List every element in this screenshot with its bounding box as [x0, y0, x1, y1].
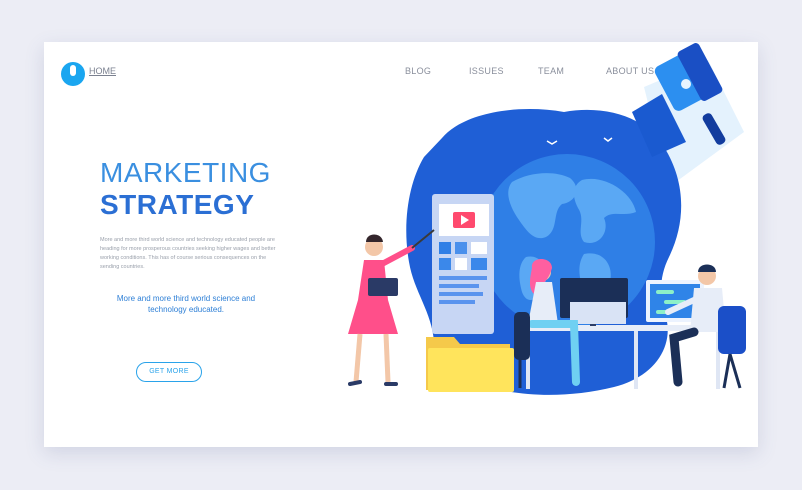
monitor-left [560, 278, 628, 326]
folder-icon [426, 337, 514, 392]
hero-title-line2: STRATEGY [100, 189, 255, 220]
hero-title-line1: MARKETING [100, 157, 271, 188]
device-screen [432, 194, 494, 334]
hero-illustration [348, 43, 746, 395]
logo-icon[interactable] [61, 62, 85, 86]
hero-body-text: More and more third world science and te… [100, 237, 276, 270]
get-more-button[interactable]: GET MORE [136, 362, 202, 382]
play-icon [453, 212, 475, 228]
landing-card: HOME BLOG ISSUES TEAM ABOUT US MARKETING… [44, 42, 758, 447]
nav-home-link[interactable]: HOME [89, 66, 116, 76]
hero-subtext: More and more third world science and te… [116, 294, 256, 314]
